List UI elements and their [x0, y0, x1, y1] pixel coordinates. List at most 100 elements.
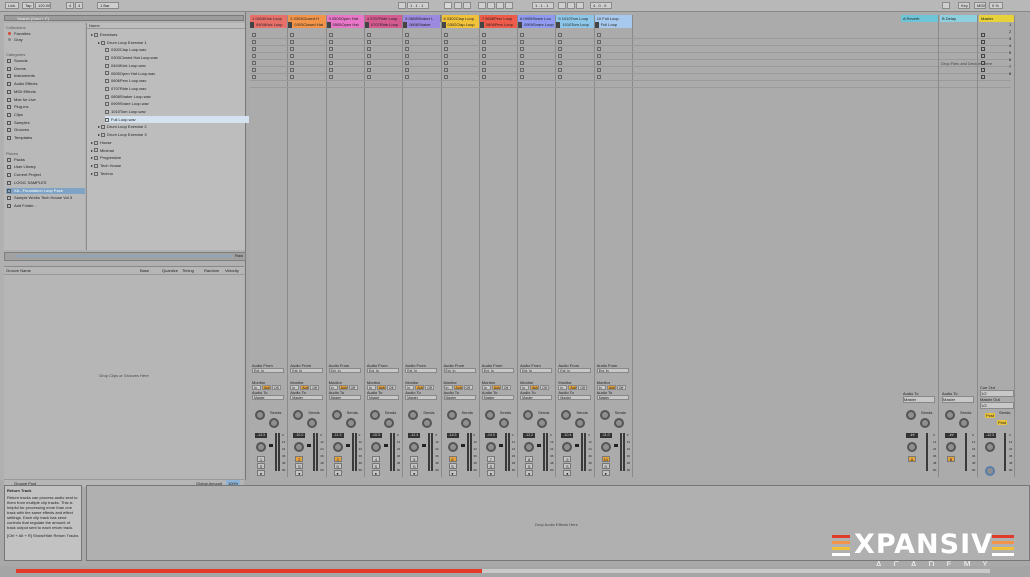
file-row[interactable]: 0303Closed Hat Loop.wav	[105, 54, 255, 61]
post-button-2[interactable]: Post	[997, 420, 1008, 425]
monitor-option[interactable]: Off	[425, 385, 435, 390]
solo-button[interactable]: S	[333, 463, 342, 469]
clip-stop-button[interactable]	[328, 54, 333, 58]
send-b-knob[interactable]	[498, 418, 509, 428]
clip-stop-button[interactable]	[520, 54, 525, 58]
monitor-option[interactable]: Off	[272, 385, 281, 390]
audio-to-select[interactable]: Master	[558, 395, 591, 400]
audio-from-select[interactable]: Ext. In	[558, 368, 591, 373]
pan-knob[interactable]	[447, 442, 458, 452]
post-button[interactable]: Post	[985, 413, 996, 418]
track-header[interactable]: 9 1010Tom Loop	[556, 15, 595, 22]
send-b-knob[interactable]	[575, 418, 586, 428]
clip-stop-button[interactable]	[252, 54, 256, 58]
category-item[interactable]: Plug-ins	[6, 104, 85, 110]
clip-stop-button[interactable]	[443, 54, 448, 58]
volume-readout[interactable]: -12.4	[408, 433, 421, 438]
file-row[interactable]: 0909Snare Loop.wav	[105, 100, 255, 107]
volume-fader-handle[interactable]	[575, 444, 580, 447]
volume-readout[interactable]: -10.3	[369, 433, 382, 438]
send-b-knob[interactable]	[959, 418, 969, 428]
track-header[interactable]: 3 0505Open Hat	[326, 15, 365, 22]
clip-stop-button[interactable]	[558, 47, 563, 51]
clip-stop-button[interactable]	[481, 75, 486, 79]
clip-slot-playing[interactable]: 0302Clap Loop	[441, 22, 479, 28]
track-activator[interactable]: 3	[333, 456, 342, 462]
place-item[interactable]: Sample Works Tech House Vol.3	[6, 195, 85, 201]
clip-stop-button[interactable]	[520, 47, 525, 51]
clip-stop-button[interactable]	[328, 33, 333, 37]
send-b-knob[interactable]	[460, 418, 471, 428]
volume-fader-handle[interactable]	[498, 444, 503, 447]
file-row[interactable]: 0808Shaker Loop.wav	[105, 93, 255, 100]
volume-fader-handle[interactable]	[537, 444, 542, 447]
clip-slot-playing[interactable]: 0606Perc Loop	[479, 22, 518, 28]
clip-stop-button[interactable]	[558, 68, 563, 72]
file-row[interactable]: ▸ Drum Loop Exercise 2	[98, 123, 248, 130]
name-column-header[interactable]: Name	[87, 23, 245, 29]
arm-button[interactable]: ●	[410, 470, 419, 476]
cue-out-select[interactable]: 1/2	[980, 390, 1014, 397]
file-row[interactable]: 0606Perc Loop.wav	[105, 77, 255, 84]
clip-stop-button[interactable]	[405, 61, 410, 65]
category-item[interactable]: Sounds	[6, 58, 85, 64]
clip-stop-button[interactable]	[290, 75, 295, 79]
clip-stop-button[interactable]	[328, 61, 333, 65]
send-a-knob[interactable]	[369, 410, 380, 420]
clip-stop-button[interactable]	[596, 61, 601, 65]
clip-stop-button[interactable]	[290, 33, 295, 37]
track-activator[interactable]: 2	[295, 456, 304, 462]
clip-slot-playing[interactable]: 0505Open Hat	[326, 22, 364, 28]
monitor-option[interactable]: Off	[616, 385, 626, 390]
track-activator[interactable]: 5	[410, 456, 419, 462]
clip-stop-button[interactable]	[290, 61, 295, 65]
clip-stop-button[interactable]	[405, 68, 410, 72]
volume-fader-handle[interactable]	[345, 444, 350, 447]
track-header[interactable]: 7 0606Perc Loop	[479, 15, 519, 22]
clip-stop-button[interactable]	[481, 40, 486, 44]
clip-slot-playing[interactable]: 0404Kick Loop	[250, 22, 288, 28]
tap-button[interactable]: Tap	[22, 2, 34, 9]
clip-stop-button[interactable]	[405, 47, 410, 51]
clip-stop-button[interactable]	[252, 33, 256, 37]
file-row[interactable]: Full Loop.wav	[105, 115, 255, 123]
audio-from-select[interactable]: Ext. In	[290, 368, 323, 373]
pan-knob[interactable]	[562, 442, 573, 452]
monitor-option[interactable]: Off	[501, 385, 511, 390]
track-header[interactable]: 1 0404Kick Loop	[250, 15, 289, 22]
send-b-knob[interactable]	[269, 418, 279, 428]
track-activator[interactable]: 1	[257, 456, 265, 462]
send-a-knob[interactable]	[561, 410, 572, 420]
clip-stop-button[interactable]	[596, 54, 601, 58]
loop-icon[interactable]	[567, 2, 575, 9]
pan-knob[interactable]	[294, 442, 305, 452]
master-pan-knob[interactable]	[985, 442, 995, 452]
file-row[interactable]: ▸ Minimal	[91, 147, 241, 154]
audio-to-select[interactable]: Master	[290, 395, 323, 400]
scene-launch-button[interactable]	[981, 61, 985, 65]
track-activator[interactable]: 7	[486, 456, 495, 462]
monitor-option[interactable]: Off	[386, 385, 396, 390]
volume-fader-handle[interactable]	[613, 444, 618, 447]
audio-from-select[interactable]: Ext. In	[328, 368, 361, 373]
clip-stop-button[interactable]	[520, 61, 525, 65]
send-a-knob[interactable]	[446, 410, 457, 420]
file-row[interactable]: ▸ House	[91, 139, 241, 146]
return-track-header[interactable]: B Delay	[940, 15, 979, 22]
groove-column-header[interactable]: Velocity	[225, 267, 239, 274]
overdub-icon[interactable]	[478, 2, 486, 9]
sig-den-field[interactable]: 4	[75, 2, 83, 9]
clip-stop-button[interactable]	[558, 61, 563, 65]
volume-fader-handle[interactable]	[383, 444, 388, 447]
clip-stop-button[interactable]	[252, 47, 256, 51]
arm-button[interactable]: ●	[371, 470, 380, 476]
clip-stop-button[interactable]	[443, 61, 448, 65]
clip-stop-button[interactable]	[443, 47, 448, 51]
clip-stop-button[interactable]	[443, 33, 448, 37]
send-a-knob[interactable]	[906, 410, 916, 420]
clip-stop-button[interactable]	[481, 33, 486, 37]
return-track-header[interactable]: A Reverb	[901, 15, 940, 22]
file-row[interactable]: ▸ Exercises	[91, 31, 241, 38]
master-track-header[interactable]: Master	[979, 15, 1015, 22]
audio-to-select[interactable]: Master	[405, 395, 438, 400]
